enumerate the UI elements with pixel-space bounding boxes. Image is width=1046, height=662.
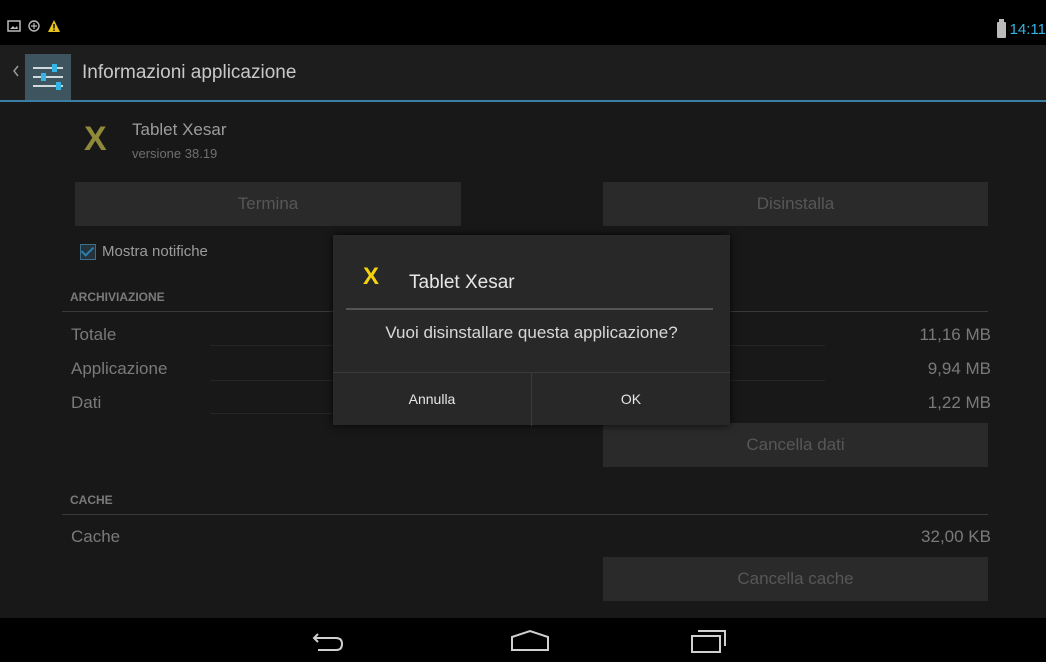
battery-icon	[996, 18, 1006, 38]
storage-row-label: Totale	[71, 325, 117, 344]
dialog-title: Tablet Xesar	[409, 272, 515, 293]
checkbox-checked-icon[interactable]	[80, 243, 96, 260]
section-divider	[62, 514, 988, 515]
show-notifications-label: Mostra notifiche	[102, 243, 208, 260]
storage-row-value: 9,94 MB	[927, 359, 991, 378]
cache-row-label: Cache	[71, 527, 121, 546]
clear-cache-button[interactable]: Cancella cache	[603, 557, 988, 601]
row-divider	[730, 380, 825, 381]
recent-apps-icon[interactable]	[688, 628, 728, 654]
dialog-app-icon: X	[363, 263, 380, 290]
cache-row-value: 32,00 KB	[921, 527, 991, 546]
app-name: Tablet Xesar	[132, 120, 227, 139]
ok-button[interactable]: OK	[531, 373, 730, 426]
cancel-button[interactable]: Annulla	[333, 373, 531, 426]
storage-section-header: ARCHIVIAZIONE	[70, 290, 165, 304]
clock: 14:11	[1009, 21, 1046, 38]
row-divider	[210, 413, 334, 414]
back-caret-icon[interactable]	[12, 65, 20, 77]
row-divider	[210, 380, 334, 381]
home-icon[interactable]	[508, 628, 552, 652]
storage-row-label: Applicazione	[71, 359, 168, 378]
warning-icon	[48, 20, 60, 32]
uninstall-confirm-dialog: X Tablet Xesar Vuoi disinstallare questa…	[333, 235, 730, 426]
storage-row-value: 11,16 MB	[919, 325, 991, 344]
show-notifications-checkbox[interactable]: Mostra notifiche	[80, 243, 208, 260]
clear-data-button[interactable]: Cancella dati	[603, 423, 988, 467]
navigation-bar	[0, 618, 1046, 662]
settings-sliders-icon	[25, 54, 71, 100]
terminate-button[interactable]: Termina	[75, 182, 461, 226]
storage-row-value: 1,22 MB	[927, 393, 991, 412]
app-version: versione 38.19	[132, 146, 218, 161]
row-divider	[210, 345, 334, 346]
dialog-title-divider	[346, 308, 713, 310]
usb-debug-icon	[28, 20, 40, 32]
dialog-button-row: Annulla OK	[333, 372, 730, 426]
row-divider	[730, 345, 825, 346]
cache-section-header: CACHE	[70, 493, 113, 507]
action-bar: Informazioni applicazione	[0, 45, 1046, 102]
app-logo: X	[84, 120, 107, 158]
uninstall-button[interactable]: Disinstalla	[603, 182, 988, 226]
back-icon[interactable]	[310, 628, 346, 652]
image-notification-icon	[7, 20, 21, 32]
settings-app-icon[interactable]	[25, 54, 71, 100]
page-title: Informazioni applicazione	[82, 62, 297, 83]
storage-row-label: Dati	[71, 393, 102, 412]
status-bar: 14:11	[0, 15, 1046, 45]
dialog-message: Vuoi disinstallare questa applicazione?	[385, 323, 678, 342]
notification-icons	[7, 19, 61, 33]
